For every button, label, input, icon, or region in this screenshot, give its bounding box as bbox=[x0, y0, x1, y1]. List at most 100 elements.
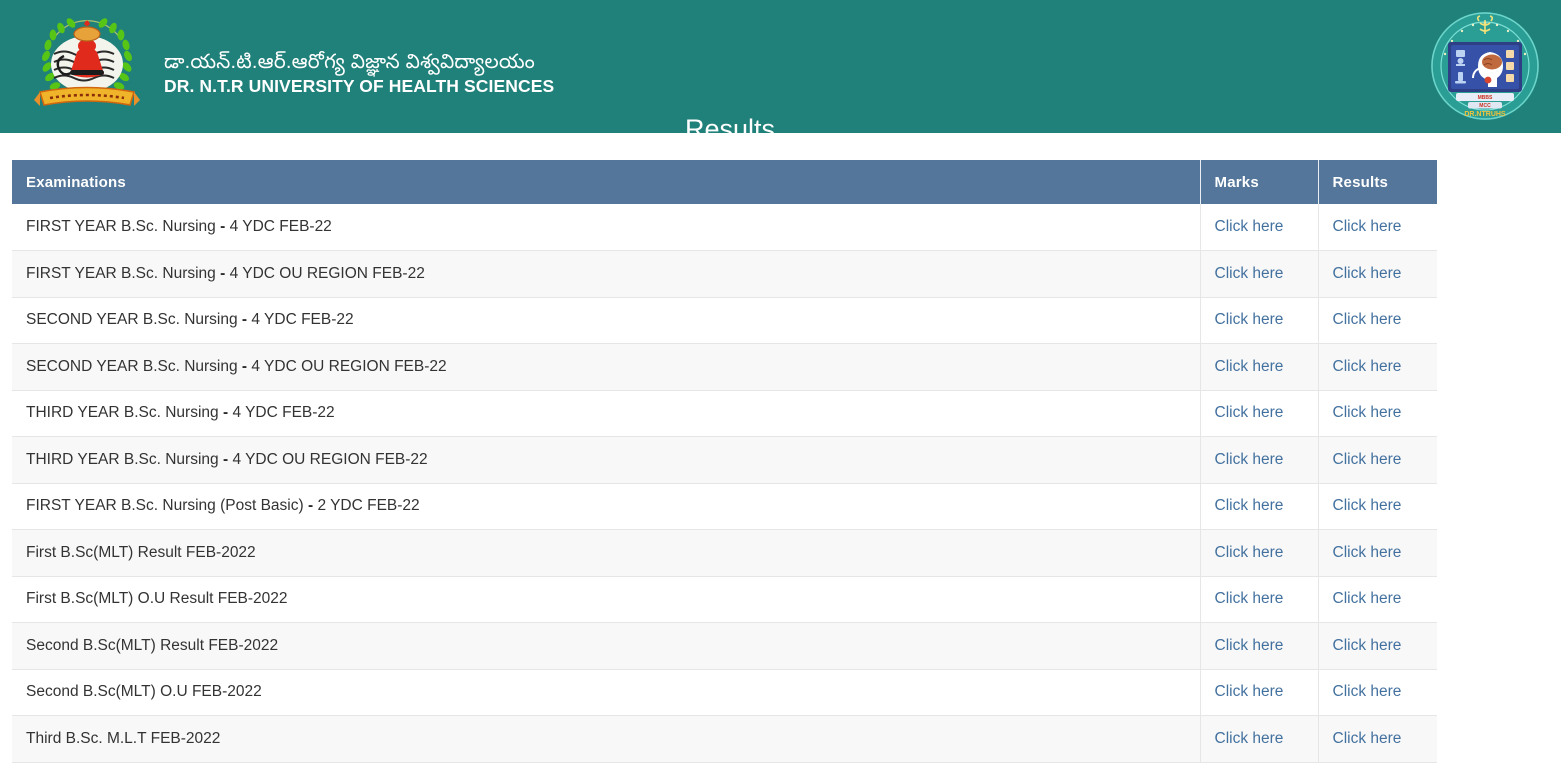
results-cell: Click here bbox=[1318, 529, 1437, 577]
exam-name-cell: Third B.Sc. M.L.T FEB-2022 bbox=[12, 715, 1201, 763]
exam-name-cell: FIRST YEAR B.Sc. Nursing - 4 YDC FEB-22 bbox=[12, 204, 1201, 251]
results-cell: Click here bbox=[1318, 576, 1437, 623]
table-header-row: Examinations Marks Results bbox=[12, 160, 1437, 204]
svg-text:MBBS: MBBS bbox=[1478, 95, 1493, 101]
marks-cell: Click here bbox=[1200, 204, 1319, 251]
exam-name-separator: - bbox=[218, 450, 233, 468]
svg-text:MCC: MCC bbox=[1479, 103, 1491, 109]
results-cell: Click here bbox=[1318, 715, 1437, 763]
table-row: FIRST YEAR B.Sc. Nursing - 4 YDC FEB-22 C… bbox=[12, 204, 1437, 251]
marks-click-here-link[interactable]: Click here bbox=[1215, 451, 1284, 468]
table-row: First B.Sc(MLT) O.U Result FEB-2022 Click… bbox=[12, 576, 1437, 623]
results-cell: Click here bbox=[1318, 250, 1437, 298]
table-row: THIRD YEAR B.Sc. Nursing - 4 YDC OU REGI… bbox=[12, 436, 1437, 484]
marks-click-here-link[interactable]: Click here bbox=[1215, 544, 1284, 561]
exam-name-separator: - bbox=[218, 404, 233, 422]
brand-title-english: DR. N.T.R UNIVERSITY OF HEALTH SCIENCES bbox=[164, 76, 555, 96]
results-cell: Click here bbox=[1318, 343, 1437, 391]
results-click-here-link[interactable]: Click here bbox=[1333, 218, 1402, 235]
exam-name-cell: SECOND YEAR B.Sc. Nursing - 4 YDC OU REG… bbox=[12, 343, 1201, 391]
results-click-here-link[interactable]: Click here bbox=[1333, 451, 1402, 468]
marks-cell: Click here bbox=[1200, 297, 1319, 344]
marks-cell: Click here bbox=[1200, 250, 1319, 298]
exam-name: First B.Sc(MLT) Result FEB-2022 bbox=[26, 543, 256, 561]
brand-block: డా.యన్.టి.ఆర్.ఆరోగ్య విజ్ఞాన విశ్వవిద్యా… bbox=[24, 4, 554, 116]
table-row: THIRD YEAR B.Sc. Nursing - 4 YDC FEB-22 C… bbox=[12, 390, 1437, 437]
exam-name-suffix: 4 YDC OU REGION FEB-22 bbox=[232, 450, 428, 468]
marks-click-here-link[interactable]: Click here bbox=[1215, 590, 1284, 607]
table-row: Second B.Sc(MLT) Result FEB-2022 Click he… bbox=[12, 622, 1437, 670]
exam-name-separator: - bbox=[237, 311, 252, 329]
results-click-here-link[interactable]: Click here bbox=[1333, 637, 1402, 654]
table-row: First B.Sc(MLT) Result FEB-2022 Click her… bbox=[12, 529, 1437, 577]
exam-name: Second B.Sc(MLT) O.U FEB-2022 bbox=[26, 683, 262, 701]
marks-click-here-link[interactable]: Click here bbox=[1215, 218, 1284, 235]
marks-cell: Click here bbox=[1200, 622, 1319, 670]
results-table-body: FIRST YEAR B.Sc. Nursing - 4 YDC FEB-22 C… bbox=[12, 204, 1437, 763]
exam-name-separator: - bbox=[215, 218, 230, 235]
results-click-here-link[interactable]: Click here bbox=[1333, 311, 1402, 328]
marks-cell: Click here bbox=[1200, 343, 1319, 391]
marks-click-here-link[interactable]: Click here bbox=[1215, 497, 1284, 514]
column-header-marks: Marks bbox=[1200, 160, 1319, 204]
exam-name-cell: THIRD YEAR B.Sc. Nursing - 4 YDC OU REGI… bbox=[12, 436, 1201, 484]
results-table-head: Examinations Marks Results bbox=[12, 160, 1437, 204]
exam-name-suffix: 4 YDC OU REGION FEB-22 bbox=[251, 357, 447, 375]
marks-cell: Click here bbox=[1200, 436, 1319, 484]
exam-name-separator: - bbox=[215, 264, 230, 282]
marks-click-here-link[interactable]: Click here bbox=[1215, 730, 1284, 747]
exam-name: FIRST YEAR B.Sc. Nursing bbox=[26, 264, 216, 282]
exam-name: Second B.Sc(MLT) Result FEB-2022 bbox=[26, 636, 279, 654]
svg-text:DR.NTRUHS: DR.NTRUHS bbox=[1464, 111, 1506, 118]
marks-click-here-link[interactable]: Click here bbox=[1215, 637, 1284, 654]
results-cell: Click here bbox=[1318, 390, 1437, 437]
marks-cell: Click here bbox=[1200, 390, 1319, 437]
exam-name-cell: First B.Sc(MLT) O.U Result FEB-2022 bbox=[12, 576, 1201, 623]
marks-cell: Click here bbox=[1200, 576, 1319, 623]
marks-cell: Click here bbox=[1200, 715, 1319, 763]
marks-click-here-link[interactable]: Click here bbox=[1215, 683, 1284, 700]
marks-cell: Click here bbox=[1200, 483, 1319, 530]
page-title: Results bbox=[684, 114, 776, 133]
results-table: Examinations Marks Results FIRST YEAR B.… bbox=[12, 160, 1437, 763]
exam-name-cell: THIRD YEAR B.Sc. Nursing - 4 YDC FEB-22 bbox=[12, 390, 1201, 437]
results-click-here-link[interactable]: Click here bbox=[1333, 590, 1402, 607]
university-seal-logo: MBBS MCC DR.NTRUHS bbox=[1428, 10, 1543, 122]
marks-click-here-link[interactable]: Click here bbox=[1215, 311, 1284, 328]
table-row: Third B.Sc. M.L.T FEB-2022 Click here Clic… bbox=[12, 715, 1437, 763]
table-row: FIRST YEAR B.Sc. Nursing - 4 YDC OU REGI… bbox=[12, 250, 1437, 298]
exam-name-cell: Second B.Sc(MLT) Result FEB-2022 bbox=[12, 622, 1201, 670]
exam-name-suffix: 4 YDC FEB-22 bbox=[251, 311, 354, 329]
results-click-here-link[interactable]: Click here bbox=[1333, 730, 1402, 747]
results-click-here-link[interactable]: Click here bbox=[1333, 544, 1402, 561]
exam-name-cell: First B.Sc(MLT) Result FEB-2022 bbox=[12, 529, 1201, 577]
results-cell: Click here bbox=[1318, 436, 1437, 484]
marks-cell: Click here bbox=[1200, 529, 1319, 577]
exam-name: Third B.Sc. M.L.T FEB-2022 bbox=[26, 729, 221, 747]
marks-click-here-link[interactable]: Click here bbox=[1215, 404, 1284, 421]
marks-click-here-link[interactable]: Click here bbox=[1215, 265, 1284, 282]
results-cell: Click here bbox=[1318, 622, 1437, 670]
exam-name: First B.Sc(MLT) O.U Result FEB-2022 bbox=[26, 590, 288, 608]
exam-name: FIRST YEAR B.Sc. Nursing (Post Basic) bbox=[26, 497, 304, 515]
exam-name-separator: - bbox=[237, 357, 252, 375]
site-header: డా.యన్.టి.ఆర్.ఆరోగ్య విజ్ఞాన విశ్వవిద్యా… bbox=[0, 0, 1561, 133]
exam-name: SECOND YEAR B.Sc. Nursing bbox=[26, 311, 238, 329]
results-click-here-link[interactable]: Click here bbox=[1333, 497, 1402, 514]
results-click-here-link[interactable]: Click here bbox=[1333, 404, 1402, 421]
exam-name-cell: FIRST YEAR B.Sc. Nursing (Post Basic) - … bbox=[12, 483, 1201, 530]
marks-click-here-link[interactable]: Click here bbox=[1215, 358, 1284, 375]
exam-name-cell: FIRST YEAR B.Sc. Nursing - 4 YDC OU REGI… bbox=[12, 250, 1201, 298]
results-cell: Click here bbox=[1318, 483, 1437, 530]
brand-text: డా.యన్.టి.ఆర్.ఆరోగ్య విజ్ఞాన విశ్వవిద్యా… bbox=[164, 23, 554, 97]
exam-name-suffix: 4 YDC FEB-22 bbox=[232, 404, 335, 422]
table-row: SECOND YEAR B.Sc. Nursing - 4 YDC OU REG… bbox=[12, 343, 1437, 391]
results-click-here-link[interactable]: Click here bbox=[1333, 358, 1402, 375]
table-row: Second B.Sc(MLT) O.U FEB-2022 Click here C… bbox=[12, 669, 1437, 716]
exam-name-separator: - bbox=[303, 497, 318, 515]
results-click-here-link[interactable]: Click here bbox=[1333, 265, 1402, 282]
exam-name-suffix: 4 YDC FEB-22 bbox=[229, 218, 332, 235]
column-header-results: Results bbox=[1318, 160, 1437, 204]
results-table-container: Examinations Marks Results FIRST YEAR B.… bbox=[12, 160, 1437, 763]
results-click-here-link[interactable]: Click here bbox=[1333, 683, 1402, 700]
